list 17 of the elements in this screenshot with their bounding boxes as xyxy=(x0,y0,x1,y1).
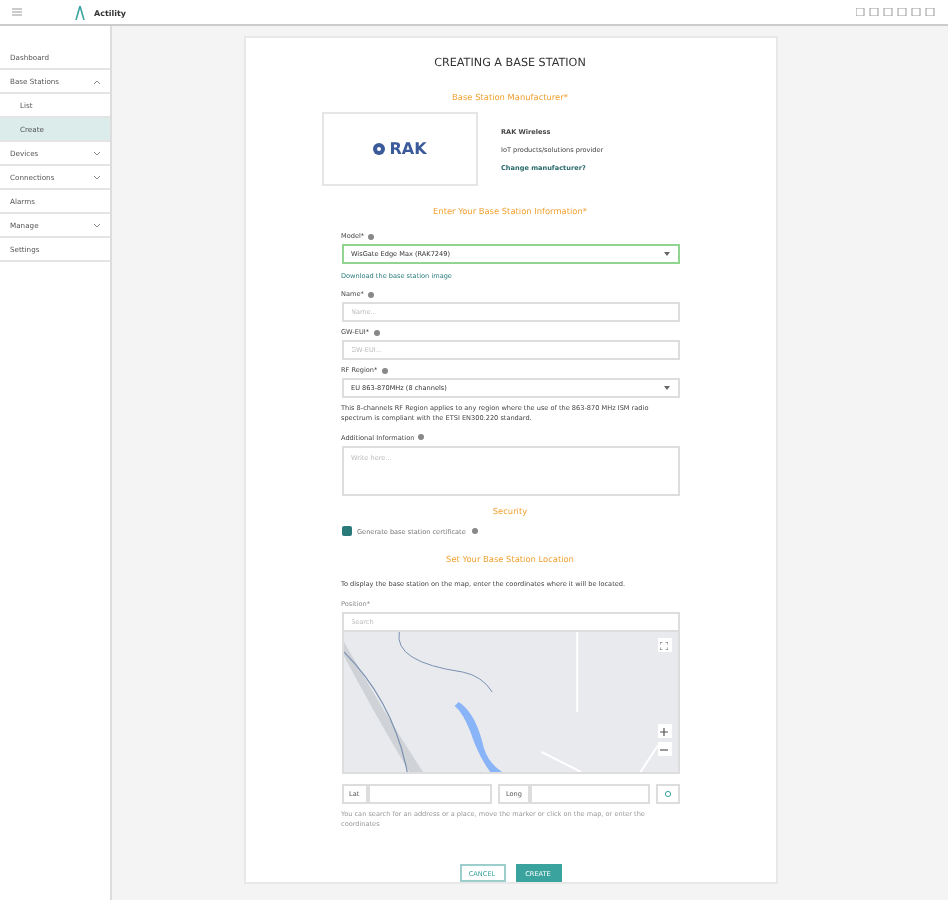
info-icon xyxy=(373,329,379,335)
lat-field[interactable] xyxy=(367,784,492,805)
info-icon xyxy=(368,233,375,239)
caret-icon xyxy=(663,386,669,390)
checkbox[interactable] xyxy=(341,526,351,537)
info-icon xyxy=(418,434,425,441)
menu-icon[interactable] xyxy=(12,8,22,16)
target-icon xyxy=(663,790,671,799)
logo-icon xyxy=(74,5,86,19)
info-icon xyxy=(367,291,374,297)
info-icon xyxy=(381,367,388,373)
locate-button[interactable] xyxy=(655,784,679,805)
toolbar-icons[interactable] xyxy=(856,8,936,16)
long-field[interactable] xyxy=(529,784,649,805)
caret-icon xyxy=(663,252,669,256)
info-icon xyxy=(471,528,478,535)
logo-text: RAK xyxy=(389,140,427,158)
